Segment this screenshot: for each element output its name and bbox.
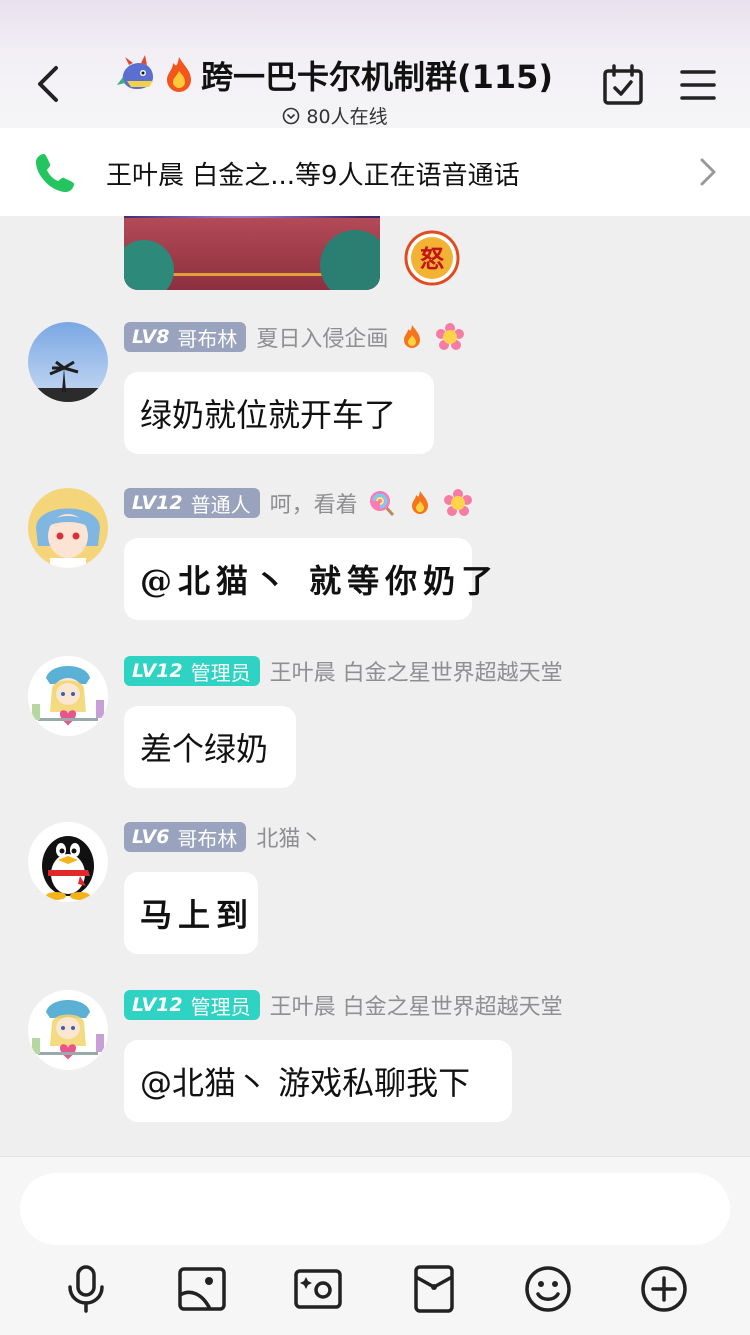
role-text: 哥布林 (177, 826, 238, 851)
level-text: LV12 (132, 660, 183, 682)
phone-icon (36, 154, 74, 192)
message-meta: LV8 哥布林 夏日入侵企画 (124, 321, 465, 353)
role-text: 普通人 (190, 492, 251, 517)
menu-icon[interactable] (680, 68, 716, 102)
level-badge: LV12 普通人 (124, 488, 260, 518)
back-icon[interactable] (28, 60, 68, 108)
sender-nickname[interactable]: 王叶晨 白金之星世界超越天堂 (270, 655, 563, 687)
chevron-right-icon (700, 158, 716, 186)
message-bubble[interactable]: 绿奶就位就开车了 (124, 372, 434, 454)
role-text: 哥布林 (177, 326, 238, 351)
message-meta: LV12 普通人 呵，看着 (124, 488, 472, 518)
level-text: LV6 (132, 826, 170, 848)
voice-call-text: 王叶晨 白金之...等9人正在语音通话 (106, 161, 520, 191)
image-icon[interactable] (176, 1263, 228, 1315)
level-text: LV8 (132, 326, 170, 348)
message-bubble[interactable]: 马上到 (124, 872, 258, 954)
online-count: 80人在线 (306, 106, 388, 128)
anger-reaction-label: 怒 (420, 245, 444, 273)
voice-call-banner[interactable]: 王叶晨 白金之...等9人正在语音通话 (0, 128, 750, 216)
level-badge: LV12 管理员 (124, 990, 260, 1020)
chat-header: 跨一巴卡尔机制群(115) 80人在线 (0, 0, 750, 128)
input-bar (0, 1156, 750, 1335)
smiley-icon[interactable] (522, 1263, 574, 1315)
role-text: 管理员 (190, 660, 251, 685)
sender-nickname[interactable]: 呵，看着 (270, 487, 358, 519)
message-meta: LV12 管理员 王叶晨 白金之星世界超越天堂 (124, 990, 563, 1020)
level-badge: LV12 管理员 (124, 656, 260, 686)
sender-nickname[interactable]: 夏日入侵企画 (256, 321, 388, 353)
role-text: 管理员 (190, 994, 251, 1019)
plus-icon[interactable] (638, 1263, 690, 1315)
avatar[interactable] (28, 990, 108, 1070)
level-text: LV12 (132, 492, 183, 514)
calendar-check-icon[interactable] (602, 64, 644, 106)
message-meta: LV12 管理员 王叶晨 白金之星世界超越天堂 (124, 656, 563, 686)
level-badge: LV6 哥布林 (124, 822, 247, 852)
red-packet-icon[interactable] (408, 1263, 460, 1315)
level-text: LV12 (132, 994, 183, 1016)
group-title: 跨一巴卡尔机制群(115) (200, 58, 554, 96)
message-bubble[interactable]: @北猫丶 就等你奶了 (124, 538, 493, 620)
level-badge: LV8 哥布林 (124, 322, 247, 352)
sender-nickname[interactable]: 北猫丶 (256, 821, 322, 853)
fire-icon (166, 57, 191, 92)
avatar[interactable] (28, 322, 108, 402)
avatar[interactable] (28, 488, 108, 568)
fire-icon (404, 325, 421, 348)
message-bubble[interactable]: @北猫丶 游戏私聊我下 (124, 1040, 512, 1122)
dragon-icon (116, 55, 153, 89)
lollipop-icon (369, 491, 394, 517)
chevron-down-circle-icon (283, 107, 300, 124)
message-meta: LV6 哥布林 北猫丶 (124, 822, 322, 852)
camera-icon[interactable] (292, 1263, 344, 1315)
fire-icon (411, 491, 428, 514)
microphone-icon[interactable] (60, 1263, 112, 1315)
avatar[interactable] (28, 822, 108, 902)
message-bubble[interactable]: 差个绿奶 (124, 706, 296, 788)
online-status[interactable]: 80人在线 (110, 102, 560, 129)
flower-icon (443, 489, 472, 516)
message-input[interactable] (20, 1173, 730, 1245)
anger-reaction-icon[interactable]: 怒 (404, 230, 460, 286)
avatar[interactable] (28, 656, 108, 736)
flower-icon (436, 323, 465, 350)
title-block[interactable]: 跨一巴卡尔机制群(115) 80人在线 (110, 52, 560, 129)
sender-nickname[interactable]: 王叶晨 白金之星世界超越天堂 (270, 989, 563, 1021)
